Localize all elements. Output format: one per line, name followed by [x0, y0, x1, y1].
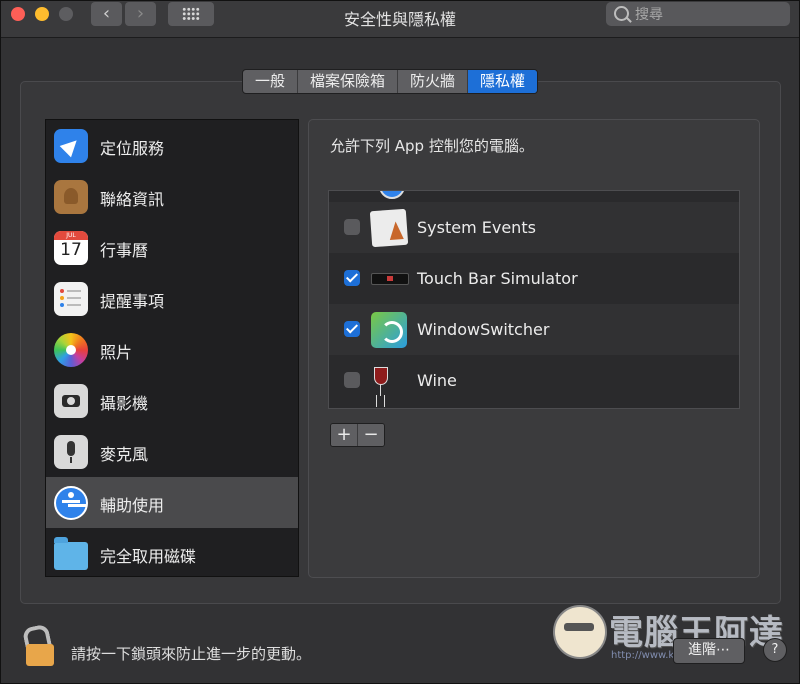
sidebar-item-accessibility[interactable]: 輔助使用	[46, 477, 298, 528]
app-name: Wine	[417, 371, 457, 390]
lock-icon[interactable]	[21, 623, 57, 668]
app-checkbox[interactable]	[344, 372, 360, 388]
sidebar-item-label: 提醒事項	[100, 292, 165, 311]
search-icon	[614, 6, 629, 21]
folder-icon	[54, 537, 88, 570]
microphone-icon	[54, 435, 88, 469]
calendar-icon: JUL 17	[54, 231, 88, 265]
sidebar-item-contacts[interactable]: 聯絡資訊	[46, 171, 298, 222]
watermark: 電腦王阿達 http://www.koc.com.tw	[549, 597, 789, 671]
mascot-face-icon	[553, 605, 607, 659]
search-field[interactable]	[606, 2, 790, 26]
title-bar: ‹ › 安全性與隱私權	[1, 1, 799, 38]
sidebar-item-camera[interactable]: 攝影機	[46, 375, 298, 426]
sidebar-item-label: 行事曆	[100, 241, 149, 260]
tab-general[interactable]: 一般	[243, 70, 299, 93]
app-name: WindowSwitcher	[417, 320, 550, 339]
app-name: Touch Bar Simulator	[417, 269, 578, 288]
app-name: System Events	[417, 218, 536, 237]
sidebar-item-photos[interactable]: 照片	[46, 324, 298, 375]
calendar-day-number: 17	[60, 240, 82, 260]
camera-icon	[54, 384, 88, 418]
calendar-month-label: JUL	[54, 231, 88, 240]
sidebar-item-microphone[interactable]: 麥克風	[46, 426, 298, 477]
add-app-button[interactable]: +	[331, 424, 357, 446]
window-switcher-icon	[371, 312, 407, 348]
sidebar-item-reminders[interactable]: 提醒事項	[46, 273, 298, 324]
apps-heading: 允許下列 App 控制您的電腦。	[330, 137, 534, 155]
touch-bar-icon	[371, 273, 409, 285]
contacts-book-icon	[54, 180, 88, 214]
partial-app-icon	[379, 191, 405, 199]
sidebar-item-calendars[interactable]: JUL 17 行事曆	[46, 222, 298, 273]
accessibility-icon	[54, 486, 88, 520]
tab-filevault[interactable]: 檔案保險箱	[298, 70, 399, 93]
wine-glass-icon	[371, 363, 407, 399]
sidebar-item-label: 照片	[100, 343, 133, 362]
sidebar-item-label: 攝影機	[100, 394, 149, 413]
photos-flower-icon	[54, 333, 88, 367]
sidebar-item-label: 定位服務	[100, 139, 165, 158]
app-row-system-events[interactable]: System Events	[329, 202, 739, 253]
sidebar-item-label: 完全取用磁碟	[100, 547, 197, 566]
app-row-windowswitcher[interactable]: WindowSwitcher	[329, 304, 739, 355]
app-row-wine[interactable]: Wine	[329, 355, 739, 406]
sidebar-item-label: 聯絡資訊	[100, 190, 165, 209]
search-input[interactable]	[633, 4, 787, 26]
advanced-button[interactable]: 進階⋯	[673, 638, 745, 664]
add-remove-buttons: + −	[330, 423, 385, 447]
app-list[interactable]: System Events Touch Bar Simulator Window…	[328, 190, 740, 409]
preferences-window: ‹ › 安全性與隱私權 一般 檔案保險箱 防火牆 隱私權 定位服務 聯絡資訊 J…	[0, 0, 800, 684]
reminders-list-icon	[54, 282, 88, 316]
sidebar-item-label: 麥克風	[100, 445, 149, 464]
app-checkbox[interactable]	[344, 270, 360, 286]
sidebar-item-label: 輔助使用	[100, 496, 165, 515]
lock-instruction-text: 請按一下鎖頭來防止進一步的更動。	[71, 645, 312, 663]
privacy-category-list[interactable]: 定位服務 聯絡資訊 JUL 17 行事曆 提醒事項 照片 攝影機 麥克風 輔助使…	[45, 119, 299, 577]
app-checkbox[interactable]	[344, 219, 360, 235]
app-row-touch-bar-simulator[interactable]: Touch Bar Simulator	[329, 253, 739, 304]
location-arrow-icon	[54, 129, 88, 163]
lock-body	[26, 644, 54, 666]
help-button[interactable]: ?	[763, 638, 787, 662]
sidebar-item-full-disk-access[interactable]: 完全取用磁碟	[46, 528, 298, 576]
system-events-icon	[369, 208, 409, 248]
app-checkbox[interactable]	[344, 321, 360, 337]
remove-app-button[interactable]: −	[357, 424, 384, 446]
tab-firewall[interactable]: 防火牆	[398, 70, 469, 93]
sidebar-item-location-services[interactable]: 定位服務	[46, 120, 298, 171]
tab-privacy[interactable]: 隱私權	[468, 70, 538, 93]
tab-bar: 一般 檔案保險箱 防火牆 隱私權	[242, 69, 539, 94]
